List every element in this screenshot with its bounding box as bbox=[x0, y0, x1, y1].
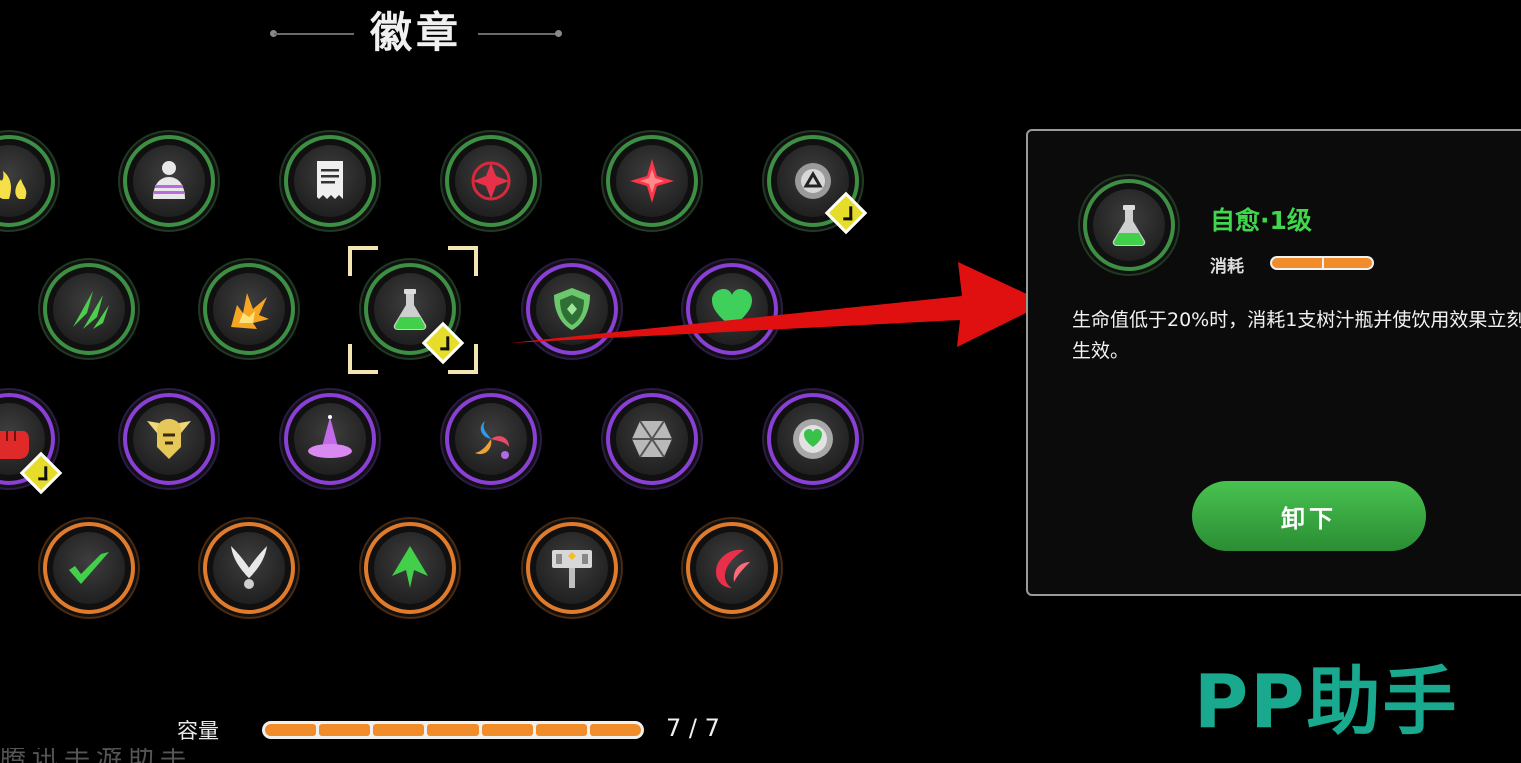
potion-icon bbox=[1112, 205, 1146, 246]
capacity-count: 7 / 7 bbox=[666, 714, 720, 742]
cost-label: 消耗 bbox=[1210, 257, 1244, 277]
watermark-logo: PP助手 bbox=[1194, 659, 1459, 745]
capacity-segment bbox=[589, 724, 641, 736]
bottom-caption: 腾讯手游助手 bbox=[0, 748, 193, 763]
capacity-segment bbox=[319, 724, 371, 736]
capacity-segment bbox=[373, 724, 425, 736]
badge-detail-panel: 自愈·1级 消耗 生命值低于20%时，消耗1支树汁瓶并使饮用效果立刻生效。 卸下 bbox=[1026, 129, 1521, 596]
cost-bar bbox=[1270, 256, 1374, 270]
badge-name: 自愈·1级 bbox=[1210, 206, 1312, 235]
capacity-segment bbox=[535, 724, 587, 736]
capacity-bar bbox=[262, 721, 644, 739]
detail-badge-icon bbox=[1083, 179, 1175, 271]
badge-description: 生命值低于20%时，消耗1支树汁瓶并使饮用效果立刻生效。 bbox=[1072, 309, 1521, 362]
capacity-segment bbox=[265, 724, 317, 736]
capacity-segment bbox=[481, 724, 533, 736]
cost-bar-fill bbox=[1272, 258, 1372, 268]
unequip-button[interactable]: 卸下 bbox=[1192, 481, 1426, 551]
capacity-segment bbox=[427, 724, 479, 736]
capacity-label: 容量 bbox=[177, 719, 219, 743]
